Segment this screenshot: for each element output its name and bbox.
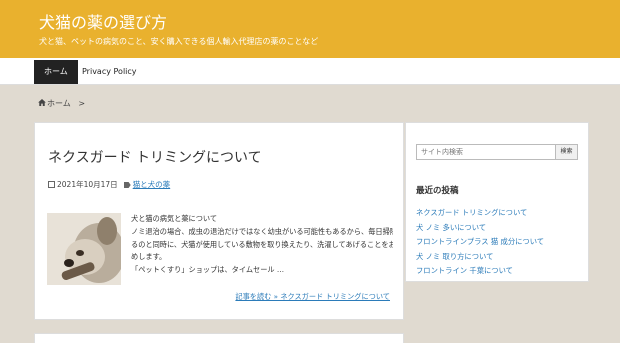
post-thumbnail[interactable] bbox=[47, 213, 121, 285]
recent-post-link[interactable]: 犬 ノミ 取り方について bbox=[416, 250, 544, 265]
folder-icon bbox=[123, 182, 131, 188]
site-header: 犬猫の薬の選び方 犬と猫、ペットの病気のこと、安く購入できる個人輸入代理店の薬の… bbox=[0, 0, 620, 58]
breadcrumb-separator: > bbox=[78, 99, 86, 108]
post-card: ネクスガード トリミングについて 2021年10月17日 猫と犬の薬 犬と猫の病気… bbox=[34, 122, 404, 320]
post-date: 2021年10月17日 bbox=[57, 180, 118, 189]
recent-post-link[interactable]: ネクスガード トリミングについて bbox=[416, 206, 544, 221]
next-post-card bbox=[34, 333, 404, 343]
nav-item-privacy-policy[interactable]: Privacy Policy bbox=[72, 60, 147, 84]
site-description: 犬と猫、ペットの病気のこと、安く購入できる個人輸入代理店の薬のことなど bbox=[39, 37, 319, 46]
post-title[interactable]: ネクスガード トリミングについて bbox=[48, 147, 262, 167]
calendar-icon bbox=[48, 181, 55, 188]
main-nav: ホーム Privacy Policy bbox=[0, 58, 620, 85]
site-title[interactable]: 犬猫の薬の選び方 bbox=[39, 9, 167, 33]
post-meta: 2021年10月17日 猫と犬の薬 bbox=[48, 179, 170, 190]
breadcrumb: ホーム > bbox=[38, 98, 85, 109]
search-button[interactable]: 検索 bbox=[555, 145, 577, 159]
post-excerpt: 犬と猫の病気と薬について ノミ退治の場合、成虫の退治だけではなく幼虫がいる可能性… bbox=[131, 213, 393, 277]
post-category[interactable]: 猫と犬の薬 bbox=[133, 180, 171, 189]
excerpt-line: 「ペットくすり」ショップは、タイムセール … bbox=[131, 265, 285, 275]
search-form: 検索 bbox=[416, 144, 578, 160]
excerpt-line: めします。 bbox=[131, 252, 167, 262]
excerpt-line: ノミ退治の場合、成虫の退治だけではなく幼虫がいる可能性もあるから、毎日掃除す bbox=[131, 226, 393, 236]
recent-posts-list: ネクスガード トリミングについて 犬 ノミ 多いについて フロントラインプラス … bbox=[416, 206, 544, 279]
home-icon bbox=[38, 99, 46, 106]
recent-posts-title: 最近の投稿 bbox=[416, 186, 459, 196]
excerpt-line: 犬と猫の病気と薬について bbox=[131, 214, 218, 223]
recent-post-link[interactable]: 犬 ノミ 多いについて bbox=[416, 221, 544, 236]
dog-image bbox=[47, 213, 121, 285]
sidebar: 検索 最近の投稿 ネクスガード トリミングについて 犬 ノミ 多いについて フロ… bbox=[405, 122, 589, 282]
recent-post-link[interactable]: フロントライン 千葉について bbox=[416, 264, 544, 279]
breadcrumb-home[interactable]: ホーム bbox=[47, 99, 71, 108]
recent-post-link[interactable]: フロントラインプラス 猫 成分について bbox=[416, 235, 544, 250]
read-more-link[interactable]: 記事を読む » ネクスガード トリミングについて bbox=[235, 292, 390, 302]
search-input[interactable] bbox=[417, 145, 557, 159]
excerpt-line: るのと同時に、犬猫が使用している敷物を取り換えたり、洗濯してあげることをおすす bbox=[131, 239, 393, 249]
